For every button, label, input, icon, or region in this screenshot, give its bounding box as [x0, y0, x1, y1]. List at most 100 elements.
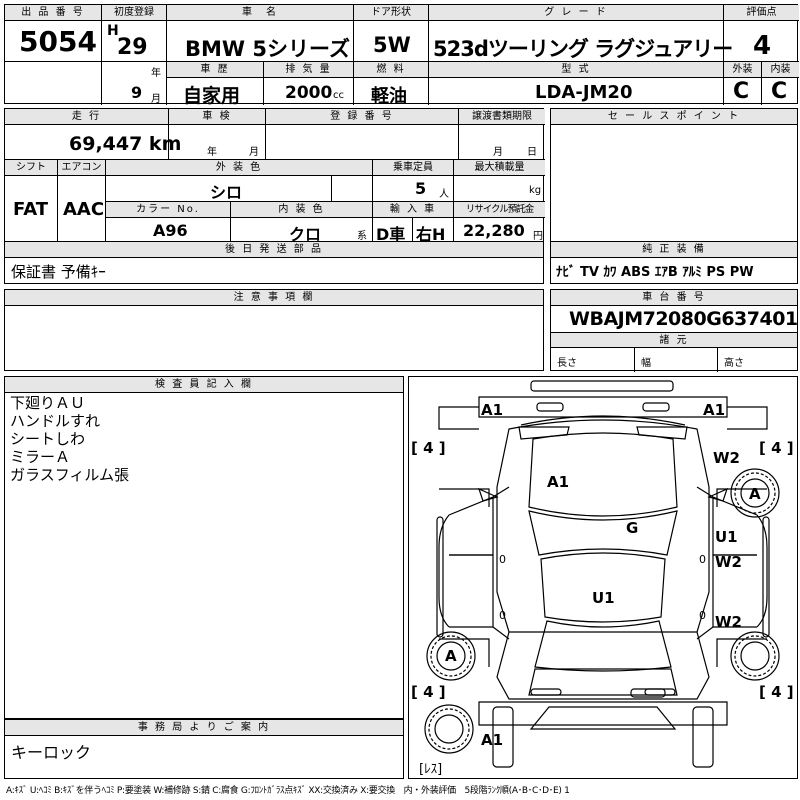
ac: AAC — [63, 199, 105, 220]
sales-point-block: セ ー ル ス ポ イ ン ト — [550, 108, 798, 242]
history-label: 車 歴 — [167, 62, 263, 78]
mark-wheel-rl: A — [445, 647, 457, 665]
fuel-label: 燃 料 — [354, 62, 428, 78]
tire-fl-label: [ 4 ] — [411, 439, 446, 457]
grade: 523dツーリング ラグジュアリー — [433, 37, 733, 61]
score: 4 — [753, 31, 772, 61]
chassis-label: 車 台 番 号 — [551, 290, 797, 306]
color-no-label: カラー No. — [106, 202, 230, 218]
office-label: 事 務 局 よ り ご 案 内 — [5, 720, 403, 736]
exterior-grade: C — [733, 79, 750, 104]
interior-grade: C — [771, 79, 788, 104]
capacity-unit: 人 — [439, 189, 449, 200]
mark-rear: A1 — [481, 731, 503, 749]
grade-label: グ レ ー ド — [429, 5, 723, 21]
zero-left-rear: 0 — [499, 609, 506, 622]
first-reg-month: 9 — [131, 83, 143, 102]
first-reg-label: 初度登録 — [102, 5, 166, 21]
width-label: 幅 — [641, 358, 651, 369]
car-name-label: 車 名 — [167, 5, 353, 21]
mark-hood: A1 — [547, 473, 569, 491]
mark-front-right: A1 — [703, 401, 725, 419]
inspector-note-line: ハンドルすれ — [10, 412, 101, 430]
later-parts-block: 後 日 発 送 部 品 保証書 予備ｷｰ — [4, 241, 544, 284]
tire-rl-label: [ 4 ] — [411, 683, 446, 701]
ext-color: シロ — [210, 183, 243, 202]
inspector-note-line: ガラスフィルム張 — [10, 466, 130, 484]
inspection-year-unit: 年 — [207, 147, 217, 158]
interior-label: 内装 — [762, 62, 799, 78]
legend: A:ｷｽﾞ U:ﾍｺﾐ B:ｷｽﾞを伴うﾍｺﾐ P:要塗装 W:補修跡 S:錆 … — [6, 786, 570, 796]
tire-rr-label: [ 4 ] — [759, 683, 794, 701]
capacity-label: 乗車定員 — [373, 160, 453, 176]
ac-label: エアコン — [58, 160, 105, 176]
mileage-label: 走 行 — [5, 109, 168, 125]
max-load-unit: kg — [529, 185, 542, 196]
lot-number: 5054 — [19, 25, 97, 58]
office-block: 事 務 局 よ り ご 案 内 キーロック — [4, 719, 404, 779]
recycle-amount: 22,280 — [463, 221, 525, 240]
max-load-label: 最大積載量 — [454, 160, 545, 176]
office-text: キーロック — [11, 743, 92, 762]
dims-label: 諸 元 — [551, 332, 797, 348]
year-unit: 年 — [151, 68, 161, 79]
displacement-label: 排 気 量 — [264, 62, 353, 78]
later-parts: 保証書 予備ｷｰ — [11, 263, 106, 281]
equipment-label: 純 正 装 備 — [551, 242, 797, 258]
zero-right-rear: 0 — [699, 609, 706, 622]
inspector-note-line: ミラーＡ — [10, 448, 71, 466]
mark-front-left: A1 — [481, 401, 503, 419]
door-type: 5W — [373, 33, 411, 57]
int-color-suffix: 系 — [357, 231, 367, 242]
import-label: 輸 入 車 — [373, 202, 453, 218]
registration-label: 登 録 番 号 — [266, 109, 458, 125]
mark-fender-r: W2 — [713, 449, 740, 467]
history: 自家用 — [183, 85, 241, 107]
notes-block: 注 意 事 項 欄 — [4, 289, 544, 371]
mark-roof: U1 — [592, 589, 615, 607]
model-code: LDA-JM20 — [535, 82, 633, 103]
chassis-number: WBAJM72080G637401 — [569, 308, 798, 330]
displacement: 2000 — [285, 83, 333, 103]
mark-door-fr-2: W2 — [715, 553, 742, 571]
car-name: BMW 5シリーズ — [185, 37, 350, 61]
later-parts-label: 後 日 発 送 部 品 — [5, 242, 543, 258]
inspector-note-line: シートしわ — [10, 430, 86, 448]
height-label: 高さ — [724, 358, 744, 369]
transfer-month-unit: 月 — [493, 147, 503, 158]
zero-left-front: 0 — [499, 553, 506, 566]
car-diagram: [ 4 ] [ 4 ] [ 4 ] [ 4 ] A1 A1 A1 W2 A G … — [411, 380, 794, 777]
month-unit: 月 — [151, 94, 161, 105]
inspector-block: 検 査 員 記 入 欄 下廻りＡＵ ハンドルすれ シートしわ ミラーＡ ガラスフィルム張 — [4, 376, 404, 719]
inspection-label: 車 検 — [169, 109, 265, 125]
mark-glass: G — [626, 519, 638, 537]
zero-right-front: 0 — [699, 553, 706, 566]
transfer-day-unit: 日 — [527, 147, 537, 158]
tire-fr-label: [ 4 ] — [759, 439, 794, 457]
inspection-month-unit: 月 — [249, 147, 259, 158]
car-diagram-block: [ 4 ] [ 4 ] [ 4 ] [ 4 ] A1 A1 A1 W2 A G … — [408, 376, 798, 779]
chassis-block: 車 台 番 号 WBAJM72080G637401 諸 元 長さ 幅 高さ — [550, 289, 798, 372]
ext-color-label: 外 装 色 — [106, 160, 372, 176]
spare-tire-label: [ﾚｽ] — [419, 762, 442, 777]
inspector-notes: 下廻りＡＵ ハンドルすれ シートしわ ミラーＡ ガラスフィルム張 — [10, 394, 129, 484]
fuel: 軽油 — [371, 86, 407, 107]
first-reg-year: 29 — [117, 35, 148, 60]
sales-point-label: セ ー ル ス ポ イ ン ト — [551, 109, 797, 125]
length-label: 長さ — [557, 358, 577, 369]
int-color-label: 内 装 色 — [231, 202, 372, 218]
notes-label: 注 意 事 項 欄 — [5, 290, 543, 306]
spare-tire — [424, 704, 474, 754]
door-label: ドア形状 — [354, 5, 428, 21]
inspector-label: 検 査 員 記 入 欄 — [5, 377, 403, 393]
displacement-unit: cc — [333, 90, 344, 101]
equipment: ﾅﾋﾞ TV ｶﾜ ABS ｴｱB ｱﾙﾐ PS PW — [556, 265, 754, 280]
mark-door-rr: W2 — [715, 613, 742, 631]
shift: FAT — [13, 199, 49, 220]
score-label: 評価点 — [724, 5, 799, 21]
mileage: 69,447 km — [69, 133, 182, 155]
equipment-block: 純 正 装 備 ﾅﾋﾞ TV ｶﾜ ABS ｴｱB ｱﾙﾐ PS PW — [550, 241, 798, 284]
transfer-deadline-label: 譲渡書類期限 — [459, 109, 545, 125]
inspector-note-line: 下廻りＡＵ — [10, 394, 86, 412]
exterior-label: 外装 — [724, 62, 761, 78]
